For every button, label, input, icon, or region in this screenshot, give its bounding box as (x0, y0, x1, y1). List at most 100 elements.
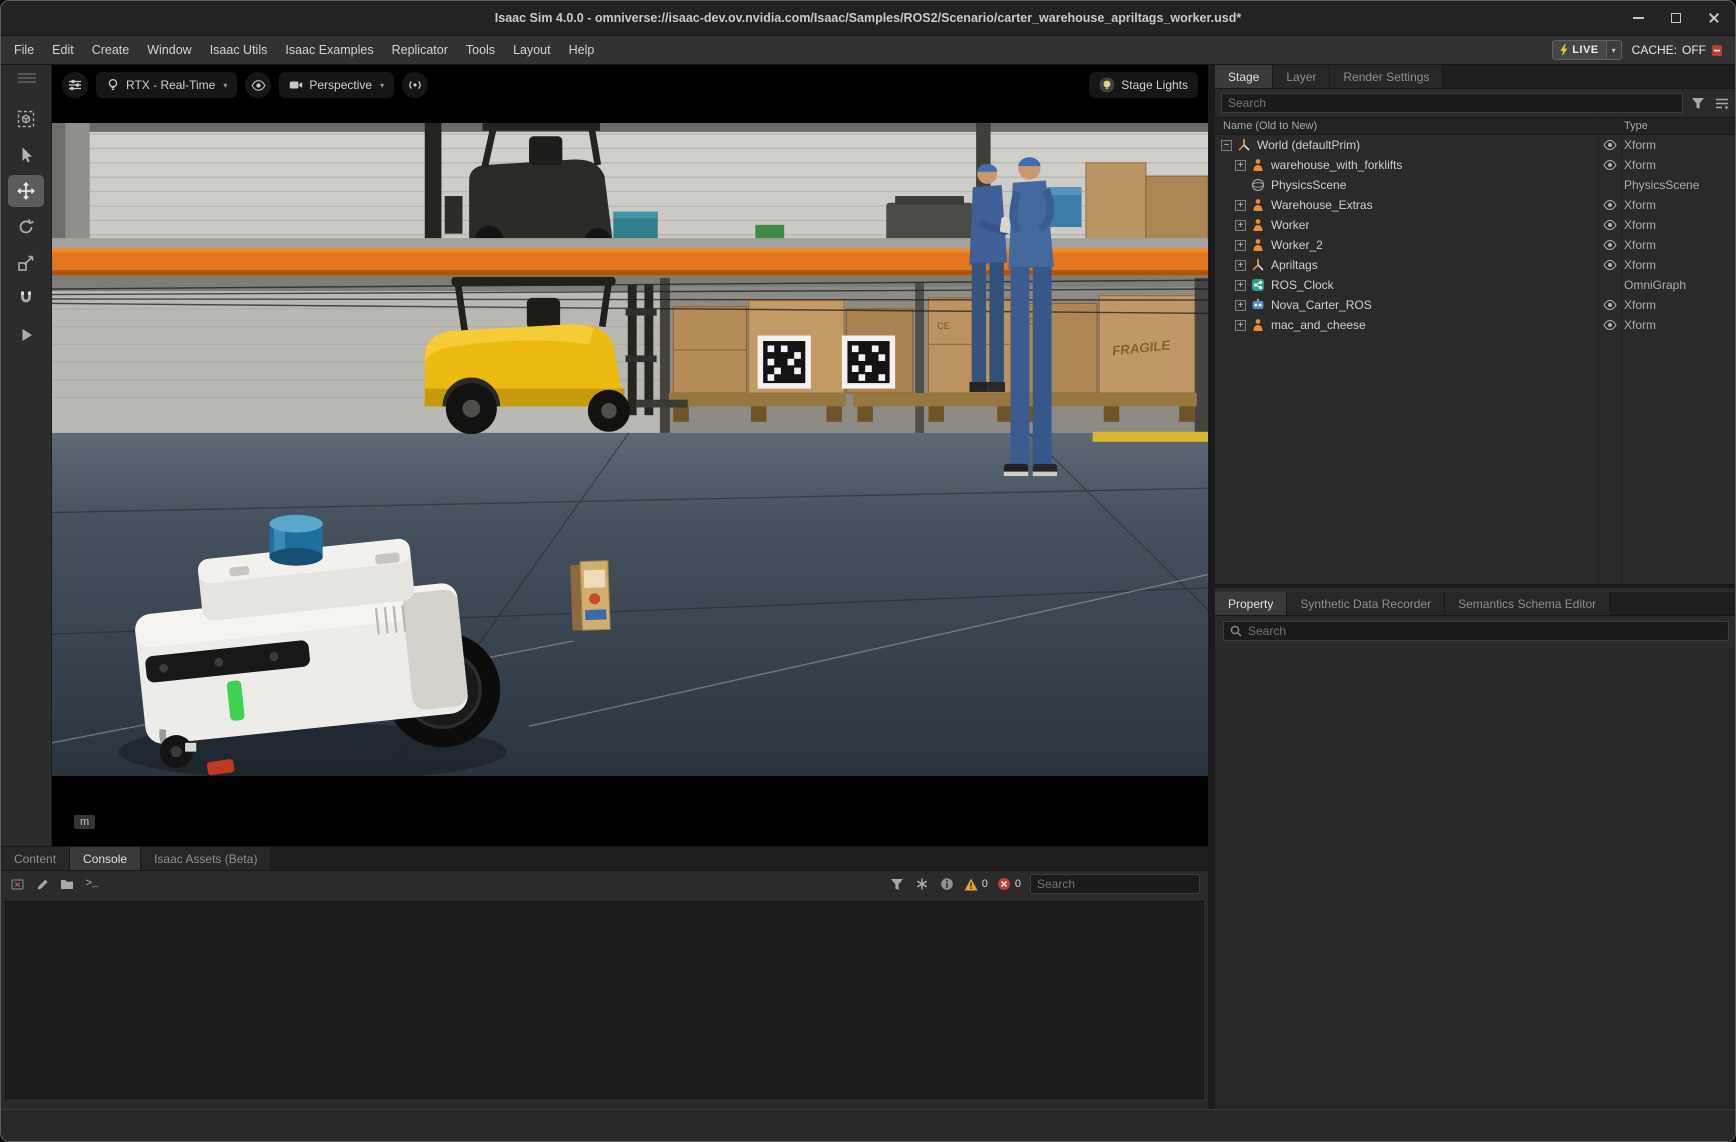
stage-tab-stage[interactable]: Stage (1215, 65, 1273, 88)
console-search-input[interactable] (1030, 874, 1200, 894)
stage-tree-row-apriltags[interactable]: +ApriltagsXform (1215, 255, 1736, 275)
stage-tree-row-warehouse-extras[interactable]: +Warehouse_ExtrasXform (1215, 195, 1736, 215)
stage-search-input[interactable] (1221, 93, 1683, 113)
visibility-eye-icon[interactable] (1598, 215, 1621, 235)
tree-row-name: +Worker (1215, 215, 1309, 235)
property-tab-property[interactable]: Property (1215, 592, 1287, 615)
live-sync-button[interactable]: LIVE ▾ (1552, 40, 1621, 60)
property-tab-semantics-schema-editor[interactable]: Semantics Schema Editor (1445, 592, 1610, 615)
menu-item-help[interactable]: Help (560, 36, 604, 64)
console-error-filter[interactable]: 0 (997, 877, 1021, 891)
live-dropdown-caret[interactable]: ▾ (1606, 40, 1621, 60)
tool-rotate-button[interactable] (8, 211, 44, 243)
tool-move-button[interactable] (8, 175, 44, 207)
menu-item-edit[interactable]: Edit (43, 36, 83, 64)
tool-play-button[interactable] (8, 319, 44, 351)
stage-tab-render-settings[interactable]: Render Settings (1330, 65, 1443, 88)
stage-tab-layer[interactable]: Layer (1273, 65, 1330, 88)
visibility-eye-icon[interactable] (1598, 195, 1621, 215)
panel-splitter[interactable] (1208, 65, 1215, 1109)
viewport-scene[interactable]: FRAGILE CE CE (52, 123, 1208, 776)
console-verbose-button[interactable] (914, 877, 930, 891)
toolbar-grip-handle[interactable] (1, 65, 52, 91)
bottom-tab-content[interactable]: Content (1, 847, 70, 870)
stage-tree-row-ros-clock[interactable]: +ROS_ClockOmniGraph (1215, 275, 1736, 295)
expand-expander[interactable]: + (1235, 220, 1246, 231)
stage-tree-row-nova-carter-ros[interactable]: +Nova_Carter_ROSXform (1215, 295, 1736, 315)
property-search-input[interactable] (1248, 622, 1722, 640)
camera-dropdown[interactable]: Perspective ▾ (279, 72, 394, 98)
console-open-log-button[interactable] (59, 877, 75, 891)
tree-row-name: +Worker_2 (1215, 235, 1323, 255)
expand-expander[interactable]: + (1235, 300, 1246, 311)
expand-expander[interactable]: + (1235, 280, 1246, 291)
tool-scale-button[interactable] (8, 247, 44, 279)
prim-type-label: OmniGraph (1624, 278, 1686, 292)
visibility-eye-icon[interactable] (1598, 155, 1621, 175)
stage-tree-row-worker-2[interactable]: +Worker_2Xform (1215, 235, 1736, 255)
menu-item-layout[interactable]: Layout (504, 36, 560, 64)
console-info-filter[interactable] (939, 877, 955, 891)
column-separator (1598, 117, 1599, 584)
stage-tree-row-worker[interactable]: +WorkerXform (1215, 215, 1736, 235)
property-tab-synthetic-data-recorder[interactable]: Synthetic Data Recorder (1287, 592, 1445, 615)
bottom-tab-isaac-assets-beta[interactable]: Isaac Assets (Beta) (141, 847, 271, 870)
stage-tree-row-physicsscene[interactable]: PhysicsScenePhysicsScene (1215, 175, 1736, 195)
menu-item-create[interactable]: Create (83, 36, 139, 64)
minimize-button[interactable] (1631, 11, 1645, 25)
console-clear-button[interactable] (9, 877, 25, 891)
stage-tree-row-world-defaultprim[interactable]: −World (defaultPrim)Xform (1215, 135, 1736, 155)
tool-select-button[interactable] (8, 103, 44, 135)
menu-item-window[interactable]: Window (138, 36, 200, 64)
console-filter-button[interactable] (889, 877, 905, 891)
scene-pallets (669, 393, 1197, 406)
scene-apriltag-2 (842, 336, 895, 389)
tool-snap-button[interactable] (8, 283, 44, 315)
collapse-expander[interactable]: − (1221, 140, 1232, 151)
stage-lights-button[interactable]: Stage Lights (1089, 72, 1198, 98)
console-output[interactable] (5, 901, 1204, 1099)
console-prompt-button[interactable]: >_ (84, 877, 100, 891)
stage-options-button[interactable] (1713, 94, 1731, 112)
menu-item-isaac-utils[interactable]: Isaac Utils (201, 36, 277, 64)
viewport-visibility-button[interactable] (245, 72, 271, 98)
cache-indicator[interactable]: CACHE: OFF (1632, 43, 1723, 57)
expand-expander[interactable]: + (1235, 240, 1246, 251)
expand-expander[interactable]: + (1235, 260, 1246, 271)
property-search-box[interactable] (1223, 621, 1729, 641)
expand-expander[interactable]: + (1235, 160, 1246, 171)
tool-cursor-button[interactable] (8, 139, 44, 171)
menu-item-tools[interactable]: Tools (457, 36, 504, 64)
column-header-type[interactable]: Type (1624, 120, 1648, 132)
renderer-dropdown[interactable]: RTX - Real-Time ▾ (96, 72, 237, 98)
isaac-sim-window: Isaac Sim 4.0.0 - omniverse://isaac-dev.… (0, 0, 1736, 1142)
viewport-broadcast-button[interactable] (402, 72, 428, 98)
stage-tree-row-mac-and-cheese[interactable]: +mac_and_cheeseXform (1215, 315, 1736, 335)
menu-item-file[interactable]: File (5, 36, 43, 64)
asterisk-icon (915, 877, 929, 891)
stage-filter-button[interactable] (1689, 94, 1707, 112)
titlebar[interactable]: Isaac Sim 4.0.0 - omniverse://isaac-dev.… (1, 1, 1735, 36)
menu-item-isaac-examples[interactable]: Isaac Examples (276, 36, 382, 64)
maximize-button[interactable] (1669, 11, 1683, 25)
bottom-tab-console[interactable]: Console (70, 847, 141, 870)
visibility-eye-icon[interactable] (1598, 295, 1621, 315)
console-warning-filter[interactable]: 0 (964, 878, 988, 891)
status-bar (1, 1109, 1735, 1142)
column-header-name[interactable]: Name (Old to New) (1223, 120, 1317, 132)
menu-item-replicator[interactable]: Replicator (383, 36, 457, 64)
viewport-3d[interactable]: RTX - Real-Time ▾ Perspective ▾ (52, 65, 1208, 846)
prim-name-label: warehouse_with_forklifts (1271, 158, 1402, 172)
console-edit-button[interactable] (34, 877, 50, 891)
visibility-eye-icon[interactable] (1598, 135, 1621, 155)
close-button[interactable] (1707, 11, 1721, 25)
expand-expander[interactable]: + (1235, 200, 1246, 211)
expand-expander[interactable]: + (1235, 320, 1246, 331)
visibility-eye-icon[interactable] (1598, 315, 1621, 335)
visibility-eye-icon[interactable] (1598, 255, 1621, 275)
viewport-settings-button[interactable] (62, 72, 88, 98)
bottom-panel: ContentConsoleIsaac Assets (Beta) >_ (1, 846, 1208, 1109)
stage-tree-header[interactable]: Name (Old to New) Type (1215, 117, 1736, 135)
stage-tree-row-warehouse-with-forklifts[interactable]: +warehouse_with_forkliftsXform (1215, 155, 1736, 175)
visibility-eye-icon[interactable] (1598, 235, 1621, 255)
